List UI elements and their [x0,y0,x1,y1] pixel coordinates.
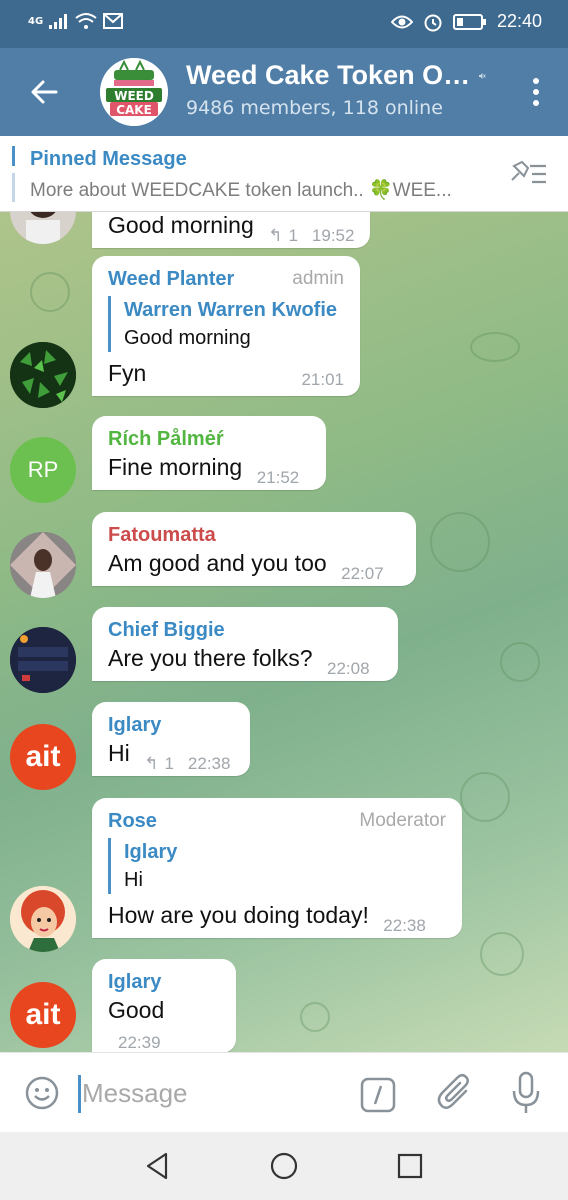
message-input[interactable] [82,1073,342,1113]
message-bubble[interactable]: Fatoumatta Am good and you too 22:07 [92,512,416,586]
message-text: How are you doing today! [108,902,369,928]
reply-sender: Warren Warren Kwofie [124,299,337,321]
pinned-text: More about WEEDCAKE token launch.. 🍀WEE.… [30,180,452,201]
mail-icon [103,13,124,29]
message-time: 22:08 [327,659,370,678]
nav-recents-icon[interactable] [394,1150,426,1182]
sender-name[interactable]: Iglary [108,712,234,738]
muted-icon [479,72,486,79]
avatar[interactable] [10,342,76,408]
message-text: Fyn [108,360,147,386]
reply-count-icon: ↰ [268,226,283,245]
message-bubble[interactable]: Weed Planter admin Warren Warren Kwofie … [92,256,360,396]
network-type: 4G [28,15,44,27]
status-bar: 4G 22:40 [0,0,568,48]
eye-icon [390,15,413,28]
avatar[interactable] [10,532,76,598]
pinned-indicator [12,146,15,202]
avatar[interactable]: RP [10,437,76,503]
group-avatar[interactable]: WEED CAKE [100,58,168,126]
pinned-label: Pinned Message [30,148,187,170]
pinned-message[interactable]: Pinned Message More about WEEDCAKE token… [0,136,568,212]
message-time: 22:39 [118,1033,161,1052]
message-text: Am good and you too [108,550,327,576]
message-text: Are you there folks? [108,645,313,671]
avatar-initials: RP [27,457,59,482]
more-menu-icon[interactable] [526,74,546,110]
message-text: Fine morning [108,454,243,480]
signal-icon [49,14,68,29]
emoji-icon[interactable] [24,1075,60,1111]
chat-title: Weed Cake Token O… [186,60,471,90]
message-bubble[interactable]: Rích Pålmėŕ Fine morning 21:52 [92,416,326,490]
avatar[interactable]: ait [10,724,76,790]
weedcake-logo: WEED CAKE [100,58,168,126]
back-arrow-icon[interactable] [28,76,60,108]
reply-text: Hi [124,869,143,891]
sender-name[interactable]: Chief Biggie [108,617,382,643]
message-time: 22:38 [383,916,426,935]
background-doodle [300,1002,330,1032]
clock: 22:40 [496,11,542,31]
message-composer [0,1052,568,1132]
system-nav-bar [0,1132,568,1200]
reply-count-icon: ↰ [144,754,159,773]
message-bubble[interactable]: Rose Moderator Iglary Hi How are you doi… [92,798,462,938]
background-doodle [500,642,540,682]
reply-quote[interactable]: Iglary Hi [108,838,446,894]
background-doodle [30,272,70,312]
message-time: 22:38 [187,754,231,773]
sender-name[interactable]: Rích Pålmėŕ [108,426,310,452]
message-bubble[interactable]: Iglary Hi ↰ 1 22:38 [92,702,250,776]
battery-icon [452,13,486,30]
message-list[interactable]: Good morning ↰ 1 19:52 Weed Planter admi… [0,212,568,1052]
alarm-icon [424,14,442,31]
background-doodle [470,332,520,362]
reply-count: 1 [164,754,174,773]
avatar[interactable] [10,212,76,244]
chat-subtitle: 9486 members, 118 online [186,97,443,119]
avatar-logo-text: ait [25,740,61,773]
reply-quote[interactable]: Warren Warren Kwofie Good morning [108,296,344,352]
moderator-badge: Moderator [359,810,446,831]
message-text: Good [108,997,165,1023]
reply-sender: Iglary [124,841,178,863]
message-time: 19:52 [311,226,355,245]
message-bubble[interactable]: Good morning ↰ 1 19:52 [92,212,371,248]
svg-text:WEED: WEED [114,89,154,103]
chat-title-area[interactable]: Weed Cake Token O… 9486 members, 118 onl… [186,60,486,119]
message-time: 22:07 [341,564,384,583]
admin-badge: admin [292,268,344,289]
attach-icon[interactable] [436,1073,474,1113]
message-bubble[interactable]: Chief Biggie Are you there folks? 22:08 [92,607,398,681]
chat-header: WEED CAKE Weed Cake Token O… 9486 member… [0,48,568,136]
reply-count: 1 [288,226,298,245]
reply-text: Good morning [124,327,251,349]
message-time: 21:52 [256,468,300,487]
pin-list-icon[interactable] [508,158,550,190]
sender-name[interactable]: Fatoumatta [108,522,400,548]
message-text: Good morning [108,212,254,238]
background-doodle [480,932,524,976]
avatar[interactable] [10,627,76,693]
text-cursor [78,1075,81,1113]
background-doodle [430,512,490,572]
message-text: Hi [108,740,130,766]
sender-name[interactable]: Iglary [108,969,220,995]
nav-back-icon[interactable] [142,1150,174,1182]
message-bubble[interactable]: Iglary Good 22:39 [92,959,236,1052]
bot-command-icon[interactable] [360,1077,396,1113]
nav-home-icon[interactable] [268,1150,300,1182]
background-doodle [460,772,510,822]
wifi-icon [75,13,97,29]
microphone-icon[interactable] [510,1071,542,1115]
avatar[interactable]: ait [10,982,76,1048]
svg-text:CAKE: CAKE [116,103,152,117]
avatar[interactable] [10,886,76,952]
message-time: 21:01 [301,370,344,389]
avatar-logo-text: ait [25,998,61,1031]
